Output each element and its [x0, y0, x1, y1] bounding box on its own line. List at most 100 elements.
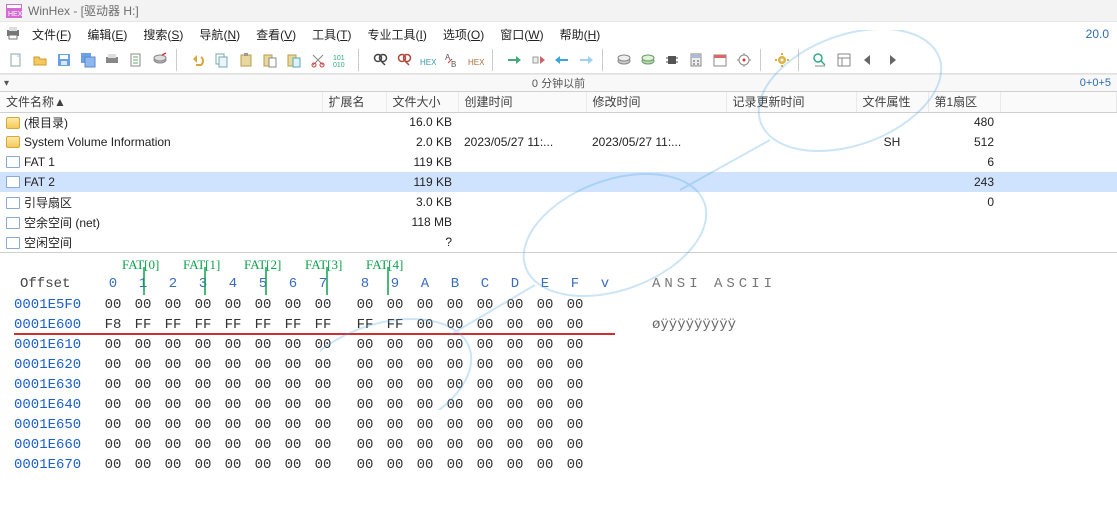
hex-byte[interactable]: 00 — [560, 397, 590, 413]
col-sector[interactable]: 第1扇区 — [928, 92, 1000, 112]
replace-hex-icon[interactable]: HEX — [465, 49, 487, 71]
hex-byte[interactable]: 00 — [278, 377, 308, 393]
hex-byte[interactable]: FF — [380, 317, 410, 333]
hex-byte[interactable]: 00 — [128, 297, 158, 313]
disk-icon[interactable] — [613, 49, 635, 71]
hex-byte[interactable]: 00 — [560, 457, 590, 473]
hex-byte[interactable]: 00 — [128, 417, 158, 433]
hex-byte[interactable]: 00 — [98, 417, 128, 433]
hex-byte[interactable]: 00 — [128, 437, 158, 453]
hex-byte[interactable]: 00 — [128, 337, 158, 353]
hex-byte[interactable]: 00 — [308, 357, 338, 373]
hex-byte[interactable]: 00 — [188, 437, 218, 453]
hex-byte[interactable]: 00 — [500, 357, 530, 373]
hex-byte[interactable]: 00 — [248, 417, 278, 433]
hex-byte[interactable]: 00 — [308, 417, 338, 433]
hex-byte[interactable]: 00 — [440, 437, 470, 453]
hex-byte[interactable]: F8 — [98, 317, 128, 333]
hex-byte[interactable]: FF — [218, 317, 248, 333]
hex-byte[interactable]: 00 — [560, 377, 590, 393]
hex-byte[interactable]: 00 — [278, 337, 308, 353]
hex-byte[interactable]: 00 — [188, 337, 218, 353]
save-icon[interactable] — [53, 49, 75, 71]
hex-byte[interactable]: 00 — [530, 417, 560, 433]
hex-byte[interactable]: 00 — [308, 337, 338, 353]
open-disk-icon[interactable] — [149, 49, 171, 71]
hex-byte[interactable]: 00 — [188, 457, 218, 473]
hex-byte[interactable]: 00 — [188, 397, 218, 413]
hex-byte[interactable]: 00 — [530, 457, 560, 473]
hex-byte[interactable]: FF — [248, 317, 278, 333]
hex-byte[interactable]: 00 — [410, 337, 440, 353]
hex-row[interactable]: 0001E62000000000000000000000000000000000 — [0, 355, 1117, 375]
hex-byte[interactable]: FF — [158, 317, 188, 333]
hex-byte[interactable]: 00 — [410, 297, 440, 313]
col-size[interactable]: 文件大小 — [386, 92, 458, 112]
hex-byte[interactable]: 00 — [218, 357, 248, 373]
hex-byte[interactable]: 00 — [410, 357, 440, 373]
hex-byte[interactable]: 00 — [410, 457, 440, 473]
hex-byte[interactable]: 00 — [308, 397, 338, 413]
hex-byte[interactable]: 00 — [350, 357, 380, 373]
hex-byte[interactable]: 00 — [380, 357, 410, 373]
hex-byte[interactable]: 00 — [188, 297, 218, 313]
snapshot-strip[interactable]: ▾ 0 分钟以前 0+0+5 — [0, 74, 1117, 92]
col-mtime[interactable]: 修改时间 — [586, 92, 726, 112]
menu-tool[interactable]: 工具(T) — [304, 23, 359, 46]
table-row[interactable]: System Volume Information2.0 KB2023/05/2… — [0, 132, 1117, 152]
hex-row[interactable]: 0001E600F8FFFFFFFFFFFFFFFFFF000000000000… — [0, 315, 1117, 335]
hex-byte[interactable]: 00 — [560, 417, 590, 433]
hex-byte[interactable]: 00 — [440, 337, 470, 353]
hex-byte[interactable]: 00 — [440, 317, 470, 333]
hex-byte[interactable]: 00 — [158, 377, 188, 393]
hex-byte[interactable]: 00 — [218, 397, 248, 413]
binary-icon[interactable]: 101010 — [331, 49, 353, 71]
hex-byte[interactable]: 00 — [530, 357, 560, 373]
hex-row[interactable]: 0001E67000000000000000000000000000000000 — [0, 455, 1117, 475]
goto-icon[interactable] — [503, 49, 525, 71]
hex-byte[interactable]: 00 — [158, 437, 188, 453]
hex-byte[interactable]: 00 — [308, 377, 338, 393]
hex-byte[interactable]: 00 — [500, 377, 530, 393]
hex-byte[interactable]: 00 — [440, 417, 470, 433]
hex-byte[interactable]: 00 — [158, 417, 188, 433]
hex-byte[interactable]: 00 — [98, 297, 128, 313]
print-icon[interactable] — [101, 49, 123, 71]
hex-byte[interactable]: 00 — [218, 377, 248, 393]
hex-byte[interactable]: 00 — [530, 337, 560, 353]
hex-byte[interactable]: 00 — [218, 457, 248, 473]
volume-icon[interactable] — [637, 49, 659, 71]
new-file-icon[interactable] — [5, 49, 27, 71]
hex-row[interactable]: 0001E64000000000000000000000000000000000 — [0, 395, 1117, 415]
hex-byte[interactable]: 00 — [308, 297, 338, 313]
settings-gear-icon[interactable] — [771, 49, 793, 71]
hex-byte[interactable]: 00 — [500, 297, 530, 313]
menu-file[interactable]: 文件(F) — [24, 23, 79, 46]
hex-byte[interactable]: 00 — [560, 357, 590, 373]
hex-byte[interactable]: 00 — [278, 357, 308, 373]
open-folder-icon[interactable] — [29, 49, 51, 71]
hex-byte[interactable]: 00 — [530, 377, 560, 393]
hex-byte[interactable]: 00 — [350, 397, 380, 413]
printer-icon[interactable] — [2, 26, 24, 43]
table-row[interactable]: FAT 1119 KB6 — [0, 152, 1117, 172]
directory-table[interactable]: 文件名称▲ 扩展名 文件大小 创建时间 修改时间 记录更新时间 文件属性 第1扇… — [0, 92, 1117, 252]
hex-byte[interactable]: 00 — [380, 437, 410, 453]
hex-byte[interactable]: 00 — [158, 397, 188, 413]
hex-byte[interactable]: 00 — [470, 377, 500, 393]
hex-byte[interactable]: 00 — [98, 457, 128, 473]
hex-byte[interactable]: 00 — [188, 417, 218, 433]
copy-icon[interactable] — [211, 49, 233, 71]
hex-byte[interactable]: 00 — [440, 357, 470, 373]
calendar-icon[interactable] — [709, 49, 731, 71]
hex-row[interactable]: 0001E61000000000000000000000000000000000 — [0, 335, 1117, 355]
hex-byte[interactable]: 00 — [98, 357, 128, 373]
hex-byte[interactable]: FF — [128, 317, 158, 333]
paste-write-icon[interactable] — [283, 49, 305, 71]
hex-byte[interactable]: 00 — [248, 457, 278, 473]
menu-edit[interactable]: 编辑(E) — [79, 23, 135, 46]
hex-byte[interactable]: 00 — [410, 377, 440, 393]
menu-nav[interactable]: 导航(N) — [191, 23, 248, 46]
hex-byte[interactable]: 00 — [218, 417, 248, 433]
hex-byte[interactable]: FF — [308, 317, 338, 333]
